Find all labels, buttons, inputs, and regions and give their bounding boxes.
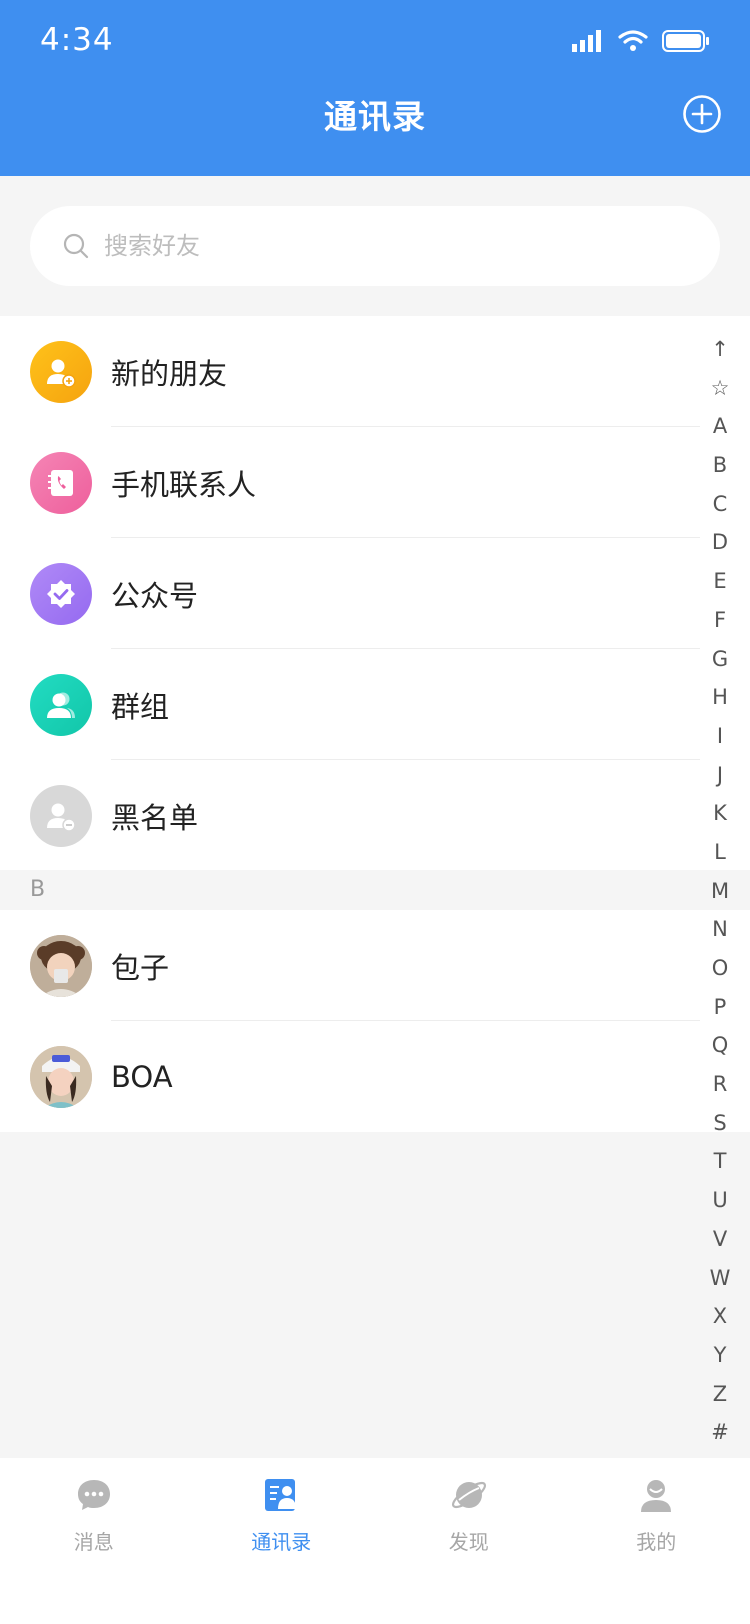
tab-label: 通讯录: [251, 1530, 312, 1554]
index-letter[interactable]: I: [704, 717, 736, 756]
index-letter[interactable]: V: [704, 1220, 736, 1259]
index-letter[interactable]: W: [704, 1259, 736, 1298]
feature-item-official-accounts[interactable]: 公众号: [0, 538, 750, 649]
index-letter[interactable]: M: [704, 872, 736, 911]
index-letter[interactable]: E: [704, 562, 736, 601]
status-time: 4:34: [40, 22, 114, 58]
feature-item-new-friends[interactable]: 新的朋友: [0, 316, 750, 427]
status-icons: [572, 30, 710, 52]
chat-bubble-icon: [77, 1480, 110, 1510]
feature-label: 黑名单: [111, 800, 199, 835]
index-letter[interactable]: J: [704, 756, 736, 795]
index-letter[interactable]: N: [704, 910, 736, 949]
feature-label: 公众号: [111, 578, 199, 613]
tab-label: 发现: [448, 1530, 489, 1554]
contact-list: 包子 BOA: [0, 910, 750, 1132]
tab-discover[interactable]: 发现: [375, 1458, 563, 1624]
search-bar[interactable]: [30, 206, 720, 286]
tab-label: 消息: [73, 1530, 114, 1554]
wifi-icon: [618, 30, 648, 51]
search-input[interactable]: [104, 232, 664, 260]
index-letter[interactable]: F: [704, 601, 736, 640]
tab-bar: 消息 通讯录 发现 我的: [0, 1458, 750, 1624]
index-letter[interactable]: R: [704, 1065, 736, 1104]
index-letter[interactable]: K: [704, 794, 736, 833]
index-letter[interactable]: G: [704, 640, 736, 679]
index-letter[interactable]: O: [704, 949, 736, 988]
contact-row[interactable]: BOA: [0, 1021, 750, 1132]
contact-avatar: [30, 1046, 92, 1108]
contact-avatar: [30, 935, 92, 997]
index-letter[interactable]: Y: [704, 1336, 736, 1375]
tab-messages[interactable]: 消息: [0, 1458, 188, 1624]
index-letter[interactable]: U: [704, 1181, 736, 1220]
profile-icon: [641, 1480, 672, 1512]
tab-label: 我的: [636, 1530, 677, 1554]
add-icon[interactable]: [682, 94, 722, 134]
search-icon: [63, 233, 89, 259]
group-icon: [30, 674, 92, 736]
signal-icon: [572, 30, 601, 52]
feature-item-groups[interactable]: 群组: [0, 649, 750, 760]
feature-label: 群组: [111, 689, 170, 724]
index-letter[interactable]: S: [704, 1104, 736, 1143]
index-letter[interactable]: C: [704, 485, 736, 524]
index-letter[interactable]: X: [704, 1297, 736, 1336]
tab-profile[interactable]: 我的: [563, 1458, 750, 1624]
verified-badge-icon: [30, 563, 92, 625]
index-letter[interactable]: B: [704, 446, 736, 485]
index-letter[interactable]: A: [704, 407, 736, 446]
phone-book-icon: [30, 452, 92, 514]
page-title: 通讯录: [324, 97, 426, 136]
index-letter[interactable]: ↑: [704, 330, 736, 369]
section-header: B: [0, 870, 750, 910]
feature-item-blacklist[interactable]: 黑名单: [0, 760, 750, 871]
index-letter[interactable]: #: [704, 1413, 736, 1452]
app-header: 4:34 通讯录: [0, 0, 750, 176]
index-letter[interactable]: T: [704, 1142, 736, 1181]
index-letter[interactable]: L: [704, 833, 736, 872]
feature-list: 新的朋友 手机联系人 公众号 群组 黑名单: [0, 316, 750, 871]
battery-icon: [662, 30, 709, 52]
index-letter[interactable]: Q: [704, 1026, 736, 1065]
add-friend-icon: [30, 341, 92, 403]
contacts-icon: [265, 1479, 297, 1511]
alphabet-index[interactable]: ↑ ☆ A B C D E F G H I J K L M N O P Q R S T U V W X Y Z #: [704, 330, 736, 1452]
contact-row[interactable]: 包子: [0, 910, 750, 1021]
index-letter[interactable]: ☆: [704, 369, 736, 408]
contact-name: BOA: [111, 1059, 173, 1094]
tab-contacts[interactable]: 通讯录: [188, 1458, 376, 1624]
index-letter[interactable]: P: [704, 988, 736, 1027]
feature-item-phone-contacts[interactable]: 手机联系人: [0, 427, 750, 538]
feature-label: 新的朋友: [111, 356, 228, 391]
blacklist-icon: [30, 785, 92, 847]
index-letter[interactable]: D: [704, 523, 736, 562]
index-letter[interactable]: Z: [704, 1375, 736, 1414]
contact-name: 包子: [111, 950, 170, 985]
planet-icon: [451, 1481, 486, 1509]
index-letter[interactable]: H: [704, 678, 736, 717]
feature-label: 手机联系人: [111, 467, 257, 502]
